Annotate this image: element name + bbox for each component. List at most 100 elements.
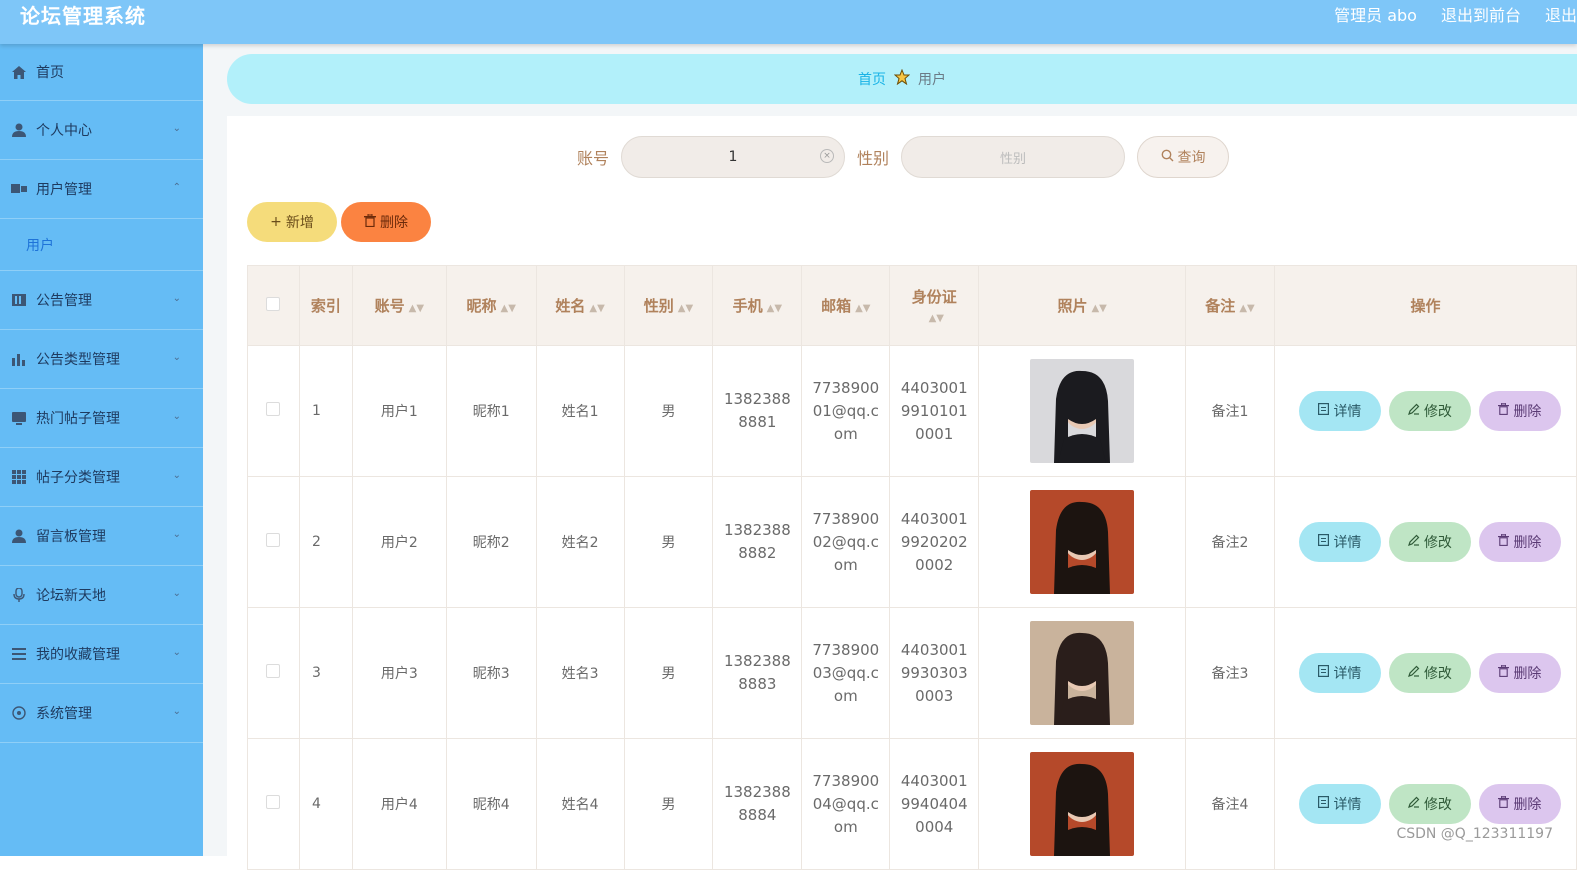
app-title: 论坛管理系统	[20, 4, 146, 28]
watermark: CSDN @Q_123311197	[1396, 826, 1553, 842]
plus-icon: +	[270, 214, 282, 230]
header-nickname-label: 昵称	[466, 297, 497, 315]
sidebar-item-favorites-management[interactable]: 我的收藏管理 ⌄	[0, 625, 203, 684]
batch-delete-button[interactable]: 删除	[341, 202, 431, 242]
delete-button[interactable]: 删除	[1478, 784, 1561, 824]
header-account[interactable]: 账号 ▲▼	[351, 265, 447, 346]
table-row[interactable]: 1 用户1 昵称1 姓名1 男 1382388 8881 7738900 01@qq…	[247, 345, 1577, 477]
row-checkbox[interactable]	[266, 795, 281, 809]
search-icon	[1161, 149, 1174, 166]
edit-button[interactable]: 修改	[1388, 784, 1471, 824]
sort-icon[interactable]: ▲▼	[1091, 303, 1106, 314]
row-select-cell[interactable]	[247, 738, 300, 870]
header-note[interactable]: 备注 ▲▼	[1185, 265, 1275, 346]
row-checkbox[interactable]	[266, 664, 281, 678]
cell-account: 用户1	[351, 345, 447, 477]
sidebar-item-post-category-management[interactable]: 帖子分类管理 ⌄	[0, 448, 203, 507]
delete-button[interactable]: 删除	[1478, 653, 1561, 693]
notice-icon	[10, 292, 28, 308]
cell-idcard: 4403001 9940404 0004	[889, 738, 980, 870]
detail-button[interactable]: 详情	[1298, 391, 1381, 431]
row-actions: 详情 修改 删除	[1275, 522, 1576, 562]
table-row[interactable]: 4 用户4 昵称4 姓名4 男 1382388 8884 7738900 04@qq…	[247, 738, 1577, 870]
header-account-label: 账号	[374, 297, 405, 315]
sort-icon[interactable]: ▲▼	[1239, 303, 1254, 314]
query-button[interactable]: 查询	[1137, 136, 1230, 178]
logout-link[interactable]: 退出	[1545, 2, 1577, 26]
header-email[interactable]: 邮箱 ▲▼	[801, 265, 891, 346]
header-photo[interactable]: 照片 ▲▼	[978, 265, 1187, 346]
sort-icon[interactable]: ▲▼	[929, 313, 944, 324]
chevron-down-icon: ⌄	[172, 352, 181, 363]
detail-button[interactable]: 详情	[1298, 653, 1381, 693]
row-checkbox[interactable]	[266, 533, 281, 547]
sort-icon[interactable]: ▲▼	[501, 303, 516, 314]
table-body: 1 用户1 昵称1 姓名1 男 1382388 8881 7738900 01@qq…	[247, 345, 1577, 870]
sort-icon[interactable]: ▲▼	[767, 303, 782, 314]
detail-button-label: 详情	[1333, 404, 1362, 420]
chevron-down-icon: ⌄	[172, 123, 181, 134]
add-button[interactable]: + 新增	[247, 202, 337, 242]
cell-ops: 详情 修改 删除	[1273, 345, 1577, 477]
row-actions: 详情 修改 删除	[1275, 784, 1576, 824]
account-input[interactable]: 1 ×	[621, 136, 846, 178]
sort-icon[interactable]: ▲▼	[589, 303, 604, 314]
row-checkbox[interactable]	[266, 402, 281, 416]
detail-button[interactable]: 详情	[1298, 784, 1381, 824]
cell-nickname: 昵称4	[445, 738, 537, 870]
sidebar-item-notice-type-management[interactable]: 公告类型管理 ⌄	[0, 330, 203, 389]
header-idcard[interactable]: 身份证 ▲▼	[889, 265, 980, 346]
header-gender[interactable]: 性别 ▲▼	[623, 265, 714, 346]
query-button-label: 查询	[1177, 150, 1206, 166]
sidebar-item-label: 首页	[36, 65, 64, 81]
table-row[interactable]: 3 用户3 昵称3 姓名3 男 1382388 8883 7738900 03@qq…	[247, 607, 1577, 739]
sidebar-item-profile[interactable]: 个人中心 ⌄	[0, 101, 203, 160]
sidebar-item-label: 公告管理	[36, 293, 92, 309]
sidebar-item-label: 我的收藏管理	[36, 647, 120, 663]
sort-icon[interactable]: ▲▼	[678, 303, 693, 314]
header-nickname[interactable]: 昵称 ▲▼	[445, 265, 537, 346]
sidebar: 首页 个人中心 ⌄ 用户管理 ⌃ 用户 公告管理 ⌄ 公告类型管理 ⌄ 热门帖子…	[0, 44, 203, 856]
sidebar-item-label: 公告类型管理	[36, 352, 120, 368]
edit-button[interactable]: 修改	[1388, 522, 1471, 562]
delete-button[interactable]: 删除	[1478, 522, 1561, 562]
sidebar-item-label: 个人中心	[36, 123, 92, 139]
sidebar-item-message-board-management[interactable]: 留言板管理 ⌄	[0, 507, 203, 566]
cell-index: 2	[298, 476, 353, 608]
cell-note: 备注4	[1185, 738, 1275, 870]
row-select-cell[interactable]	[247, 476, 300, 608]
row-select-cell[interactable]	[247, 607, 300, 739]
delete-button[interactable]: 删除	[1478, 391, 1561, 431]
sidebar-item-hot-post-management[interactable]: 热门帖子管理 ⌄	[0, 389, 203, 448]
cell-ops: 详情 修改 删除	[1273, 607, 1577, 739]
back-to-frontend-link[interactable]: 退出到前台	[1441, 2, 1521, 26]
table-row[interactable]: 2 用户2 昵称2 姓名2 男 1382388 8882 7738900 02@qq…	[247, 476, 1577, 608]
sidebar-item-notice-management[interactable]: 公告管理 ⌄	[0, 271, 203, 330]
row-select-cell[interactable]	[247, 345, 300, 477]
header-phone[interactable]: 手机 ▲▼	[712, 265, 803, 346]
select-all-cell[interactable]	[247, 265, 300, 346]
clear-icon[interactable]: ×	[820, 149, 835, 163]
sidebar-subitem-user[interactable]: 用户	[0, 219, 203, 271]
sort-icon[interactable]: ▲▼	[409, 303, 424, 314]
detail-button[interactable]: 详情	[1298, 522, 1381, 562]
sort-icon[interactable]: ▲▼	[855, 303, 870, 314]
sidebar-item-user-management[interactable]: 用户管理 ⌃	[0, 160, 203, 219]
trash-icon	[1498, 795, 1510, 812]
sidebar-item-system-management[interactable]: 系统管理 ⌄	[0, 684, 203, 743]
settings-icon	[10, 705, 28, 721]
detail-button-label: 详情	[1333, 797, 1362, 813]
header-name[interactable]: 姓名 ▲▼	[535, 265, 625, 346]
sidebar-item-forum-new-world[interactable]: 论坛新天地 ⌄	[0, 566, 203, 625]
breadcrumb-home[interactable]: 首页	[858, 69, 886, 89]
user-table: 索引 账号 ▲▼ 昵称 ▲▼ 姓名 ▲▼ 性别 ▲▼ 手机 ▲▼ 邮箱 ▲▼ 身份证 ▲▼ 照…	[247, 265, 1577, 870]
cell-gender: 男	[623, 476, 714, 608]
sidebar-item-home[interactable]: 首页	[0, 44, 203, 101]
header-name-label: 姓名	[555, 297, 586, 315]
select-all-checkbox[interactable]	[266, 296, 281, 311]
gender-input[interactable]: 性别	[901, 136, 1126, 178]
edit-button[interactable]: 修改	[1388, 653, 1471, 693]
cell-photo	[978, 607, 1187, 739]
edit-button[interactable]: 修改	[1388, 391, 1471, 431]
header-photo-label: 照片	[1057, 297, 1088, 315]
